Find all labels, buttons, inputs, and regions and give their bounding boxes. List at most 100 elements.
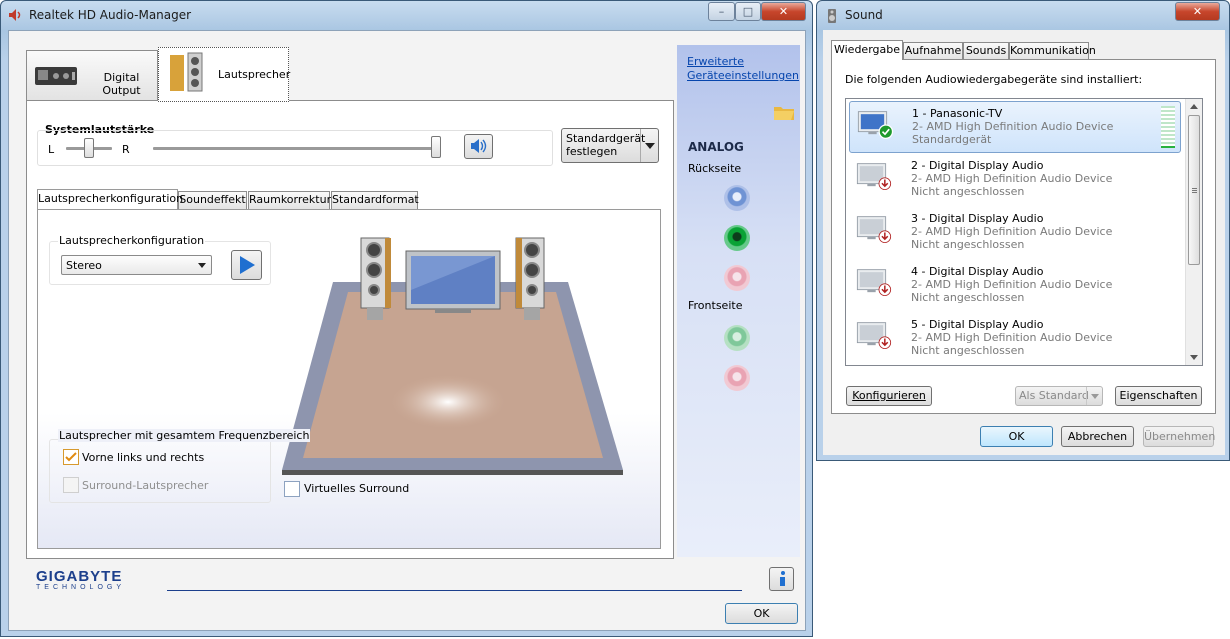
device-list-scrollbar[interactable] bbox=[1185, 99, 1202, 365]
set-default-arrow[interactable] bbox=[640, 129, 658, 162]
device-row[interactable]: 3 - Digital Display Audio 2- AMD High Def… bbox=[849, 207, 1181, 259]
device-desc: 2- AMD High Definition Audio Device bbox=[911, 225, 1113, 238]
device-status: Nicht angeschlossen bbox=[911, 185, 1025, 198]
maximize-button[interactable]: □ bbox=[735, 2, 761, 21]
scroll-down-icon[interactable] bbox=[1190, 355, 1198, 360]
tab-digital-output[interactable]: Digital Output bbox=[26, 50, 158, 100]
close-button[interactable]: ✕ bbox=[761, 2, 806, 21]
virtual-surround-checkbox[interactable] bbox=[284, 481, 300, 497]
device-desc: 2- AMD High Definition Audio Device bbox=[912, 120, 1114, 133]
device-row[interactable]: 2 - Digital Display Audio 2- AMD High Def… bbox=[849, 154, 1181, 206]
front-panel-label: Frontseite bbox=[688, 299, 743, 312]
tab-raumkorrektur[interactable]: Raumkorrektur bbox=[248, 191, 332, 209]
tab-kommunikation[interactable]: Kommunikation bbox=[1009, 42, 1096, 60]
sound-ok-button[interactable]: OK bbox=[980, 426, 1053, 447]
scroll-thumb[interactable] bbox=[1188, 115, 1200, 265]
jack-back-green[interactable] bbox=[724, 225, 750, 251]
info-button[interactable] bbox=[769, 567, 794, 591]
tv-icon bbox=[405, 250, 501, 313]
speaker-config-select[interactable]: Stereo bbox=[61, 255, 212, 275]
checkmark-icon bbox=[65, 452, 77, 462]
set-default-line1: Standardgerät bbox=[566, 132, 646, 145]
configure-button[interactable]: Konfigurieren bbox=[846, 386, 932, 406]
device-row[interactable]: 1 - Panasonic-TV 2- AMD High Definition A… bbox=[849, 101, 1181, 153]
tab-standardformat[interactable]: Standardformat bbox=[331, 191, 419, 209]
scroll-up-icon[interactable] bbox=[1190, 104, 1198, 109]
tab-soundeffekt[interactable]: Soundeffekt bbox=[178, 191, 247, 209]
gigabyte-logo: GIGABYTE TECHNOLOGY bbox=[36, 568, 125, 591]
minimize-button[interactable]: – bbox=[708, 2, 735, 21]
brand-sub: TECHNOLOGY bbox=[36, 584, 126, 591]
set-default-dropdown[interactable] bbox=[1086, 387, 1102, 405]
surround-checkbox[interactable] bbox=[63, 477, 79, 493]
fullrange-group-border bbox=[49, 439, 271, 503]
device-list[interactable]: 1 - Panasonic-TV 2- AMD High Definition A… bbox=[845, 98, 1203, 366]
speaker-volume-icon bbox=[470, 139, 486, 153]
speakers-icon bbox=[170, 52, 203, 92]
volume-slider-thumb[interactable] bbox=[431, 136, 441, 158]
brand-name: GIGABYTE bbox=[36, 568, 123, 585]
realtek-titlebar[interactable]: Realtek HD Audio-Manager – □ ✕ bbox=[1, 1, 812, 29]
play-icon bbox=[239, 256, 255, 274]
right-speaker-icon bbox=[515, 237, 545, 320]
chevron-down-icon bbox=[645, 143, 655, 149]
sound-window: Sound ✕ Wiedergabe Aufnahme Sounds Kommu… bbox=[816, 0, 1230, 461]
jack-front-green[interactable] bbox=[724, 325, 750, 351]
device-status: Nicht angeschlossen bbox=[911, 238, 1025, 251]
device-status: Standardgerät bbox=[912, 133, 992, 146]
tab-wiedergabe[interactable]: Wiedergabe bbox=[831, 40, 903, 60]
device-name: 3 - Digital Display Audio bbox=[911, 212, 1044, 225]
monitor-disconnected-icon bbox=[856, 163, 892, 190]
jack-back-pink[interactable] bbox=[724, 265, 750, 291]
tab-sounds-label: Sounds bbox=[965, 44, 1007, 57]
set-default-line2: festlegen bbox=[566, 145, 618, 158]
device-name: 2 - Digital Display Audio bbox=[911, 159, 1044, 172]
volume-slider-track[interactable] bbox=[153, 147, 441, 150]
advanced-settings-link[interactable]: Erweiterte Geräteeinstellungen bbox=[687, 55, 799, 83]
play-test-button[interactable] bbox=[231, 250, 262, 280]
jack-front-pink[interactable] bbox=[724, 365, 750, 391]
speaker-app-icon bbox=[9, 9, 21, 21]
tab-kommunikation-label: Kommunikation bbox=[1010, 44, 1096, 57]
properties-button[interactable]: Eigenschaften bbox=[1115, 386, 1202, 406]
virtual-surround-label: Virtuelles Surround bbox=[304, 482, 410, 495]
monitor-disconnected-icon bbox=[856, 216, 892, 243]
balance-slider-thumb[interactable] bbox=[84, 138, 94, 158]
tab-aufnahme-label: Aufnahme bbox=[904, 44, 962, 57]
tab-lautsprecher[interactable]: Lautsprecher bbox=[158, 47, 290, 102]
info-icon bbox=[779, 571, 785, 586]
sound-close-button[interactable]: ✕ bbox=[1175, 2, 1220, 21]
front-lr-checkbox[interactable] bbox=[63, 449, 79, 465]
device-row[interactable]: 4 - Digital Display Audio 2- AMD High Def… bbox=[849, 260, 1181, 312]
sound-titlebar[interactable]: Sound ✕ bbox=[817, 1, 1229, 29]
monitor-default-icon bbox=[857, 111, 894, 139]
tab-speaker-config[interactable]: Lautsprecherkonfiguration bbox=[37, 189, 183, 209]
realtek-ok-button[interactable]: OK bbox=[725, 603, 798, 624]
tab-aufnahme[interactable]: Aufnahme bbox=[903, 42, 963, 60]
footer-divider bbox=[167, 590, 742, 591]
intro-text: Die folgenden Audiowiedergabegeräte sind… bbox=[845, 73, 1143, 86]
set-default-button[interactable]: Als Standard bbox=[1015, 386, 1103, 406]
left-speaker-icon bbox=[360, 237, 391, 320]
device-desc: 2- AMD High Definition Audio Device bbox=[911, 331, 1113, 344]
sound-apply-button[interactable]: Übernehmen bbox=[1143, 426, 1215, 447]
lautsprecher-panel: Systemlautstärke L R Standardgerät festl… bbox=[26, 100, 674, 559]
device-row[interactable]: 5 - Digital Display Audio 2- AMD High Def… bbox=[849, 313, 1181, 365]
properties-label: Eigenschaften bbox=[1119, 389, 1198, 402]
device-desc: 2- AMD High Definition Audio Device bbox=[911, 172, 1113, 185]
monitor-disconnected-icon bbox=[856, 322, 892, 349]
back-panel-label: Rückseite bbox=[688, 162, 742, 175]
jack-back-blue[interactable] bbox=[724, 185, 750, 211]
balance-right-label: R bbox=[122, 143, 130, 156]
set-default-device-button[interactable]: Standardgerät festlegen bbox=[561, 128, 659, 163]
mute-button[interactable] bbox=[464, 134, 493, 159]
tab-soundeffekt-label: Soundeffekt bbox=[179, 193, 246, 206]
level-meter bbox=[1161, 106, 1175, 148]
folder-icon[interactable] bbox=[773, 103, 795, 121]
tab-raumkorrektur-label: Raumkorrektur bbox=[249, 193, 332, 206]
tab-standardformat-label: Standardformat bbox=[332, 193, 419, 206]
speaker-config-panel: Lautsprecherkonfiguration Stereo Lautspr… bbox=[37, 209, 661, 549]
sound-cancel-button[interactable]: Abbrechen bbox=[1061, 426, 1134, 447]
tab-sounds[interactable]: Sounds bbox=[963, 42, 1009, 60]
tab-wiedergabe-label: Wiedergabe bbox=[833, 43, 900, 56]
